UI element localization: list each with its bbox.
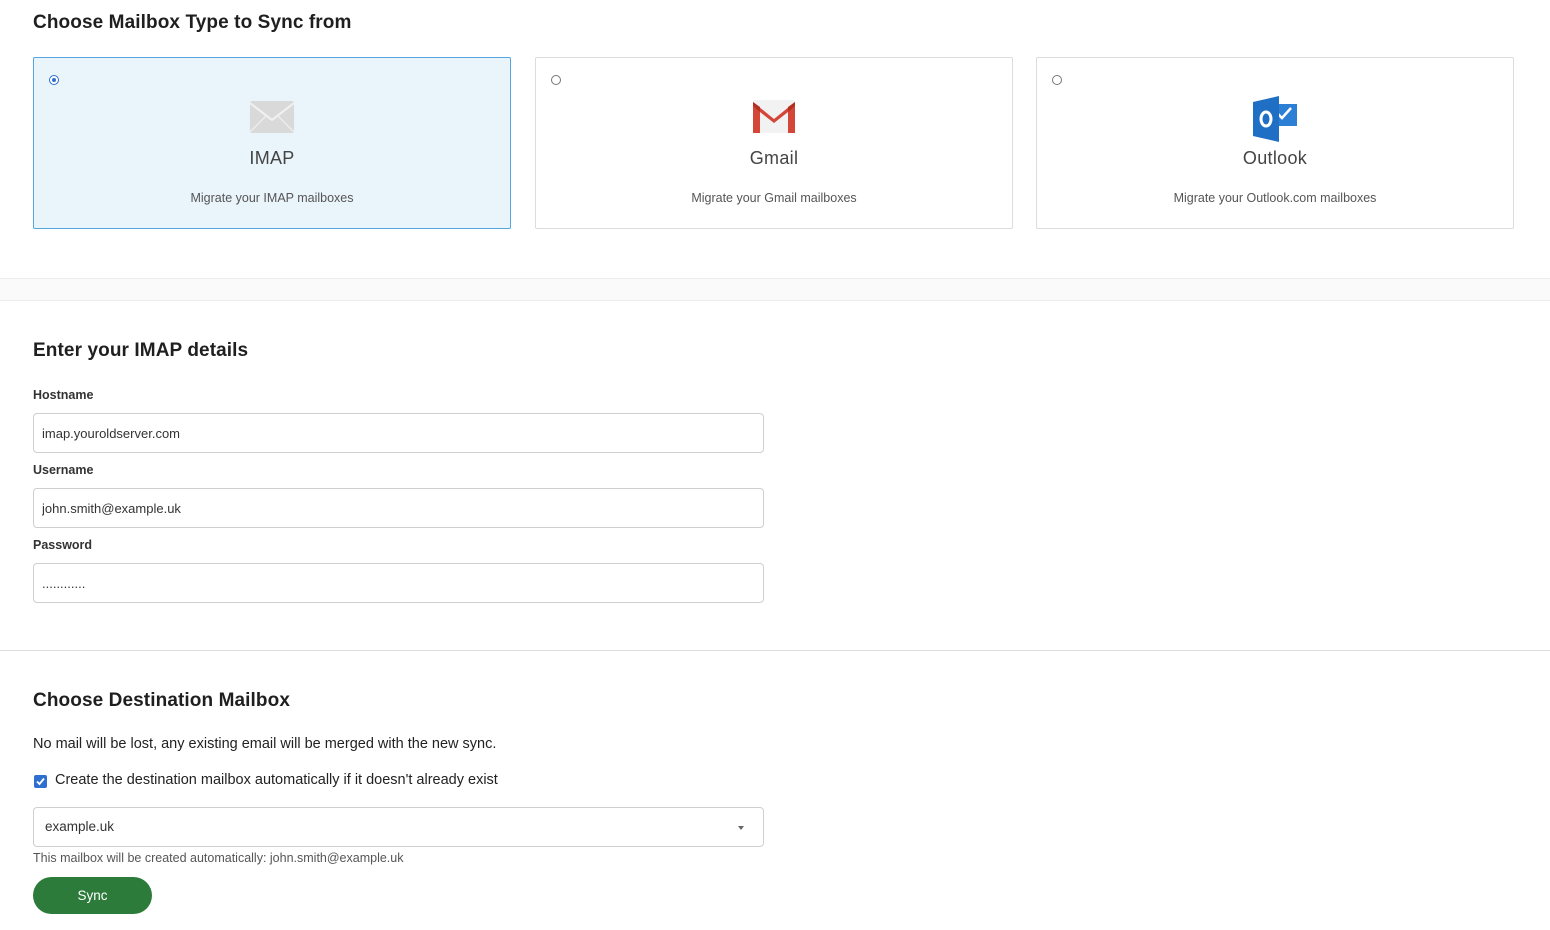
card-title: Outlook	[1242, 148, 1308, 168]
mailbox-type-heading: Choose Mailbox Type to Sync from	[33, 12, 352, 33]
gmail-radio[interactable]	[551, 75, 561, 85]
card-title: IMAP	[249, 148, 295, 168]
card-description: Migrate your IMAP mailboxes	[190, 191, 354, 205]
card-title: Gmail	[749, 148, 799, 168]
imap-radio[interactable]	[49, 75, 59, 85]
password-input[interactable]	[33, 563, 764, 603]
destination-domain-select[interactable]: example.uk	[33, 807, 764, 847]
outlook-icon	[1251, 96, 1299, 142]
auto-create-label[interactable]: Create the destination mailbox automatic…	[55, 772, 498, 788]
password-label: Password	[33, 538, 93, 552]
card-description: Migrate your Outlook.com mailboxes	[1173, 191, 1377, 205]
select-value: example.uk	[45, 819, 115, 834]
auto-create-checkbox[interactable]	[34, 775, 47, 788]
section-divider	[0, 650, 1550, 651]
merge-note: No mail will be lost, any existing email…	[33, 736, 497, 752]
hostname-input[interactable]	[33, 413, 764, 453]
imap-details-heading: Enter your IMAP details	[33, 340, 249, 361]
envelope-icon	[248, 96, 296, 138]
destination-heading: Choose Destination Mailbox	[33, 690, 291, 711]
auto-create-hint: This mailbox will be created automatical…	[33, 851, 404, 865]
chevron-down-icon	[738, 826, 744, 830]
username-input[interactable]	[33, 488, 764, 528]
mailbox-type-card-imap[interactable]: IMAP Migrate your IMAP mailboxes	[33, 57, 511, 229]
mailbox-type-card-outlook[interactable]: Outlook Migrate your Outlook.com mailbox…	[1036, 57, 1514, 229]
section-separator	[0, 278, 1550, 301]
hostname-label: Hostname	[33, 388, 94, 402]
gmail-icon	[750, 96, 798, 138]
mailbox-type-card-gmail[interactable]: Gmail Migrate your Gmail mailboxes	[535, 57, 1013, 229]
outlook-radio[interactable]	[1052, 75, 1062, 85]
card-description: Migrate your Gmail mailboxes	[691, 191, 857, 205]
username-label: Username	[33, 463, 94, 477]
sync-button[interactable]: Sync	[33, 877, 152, 914]
